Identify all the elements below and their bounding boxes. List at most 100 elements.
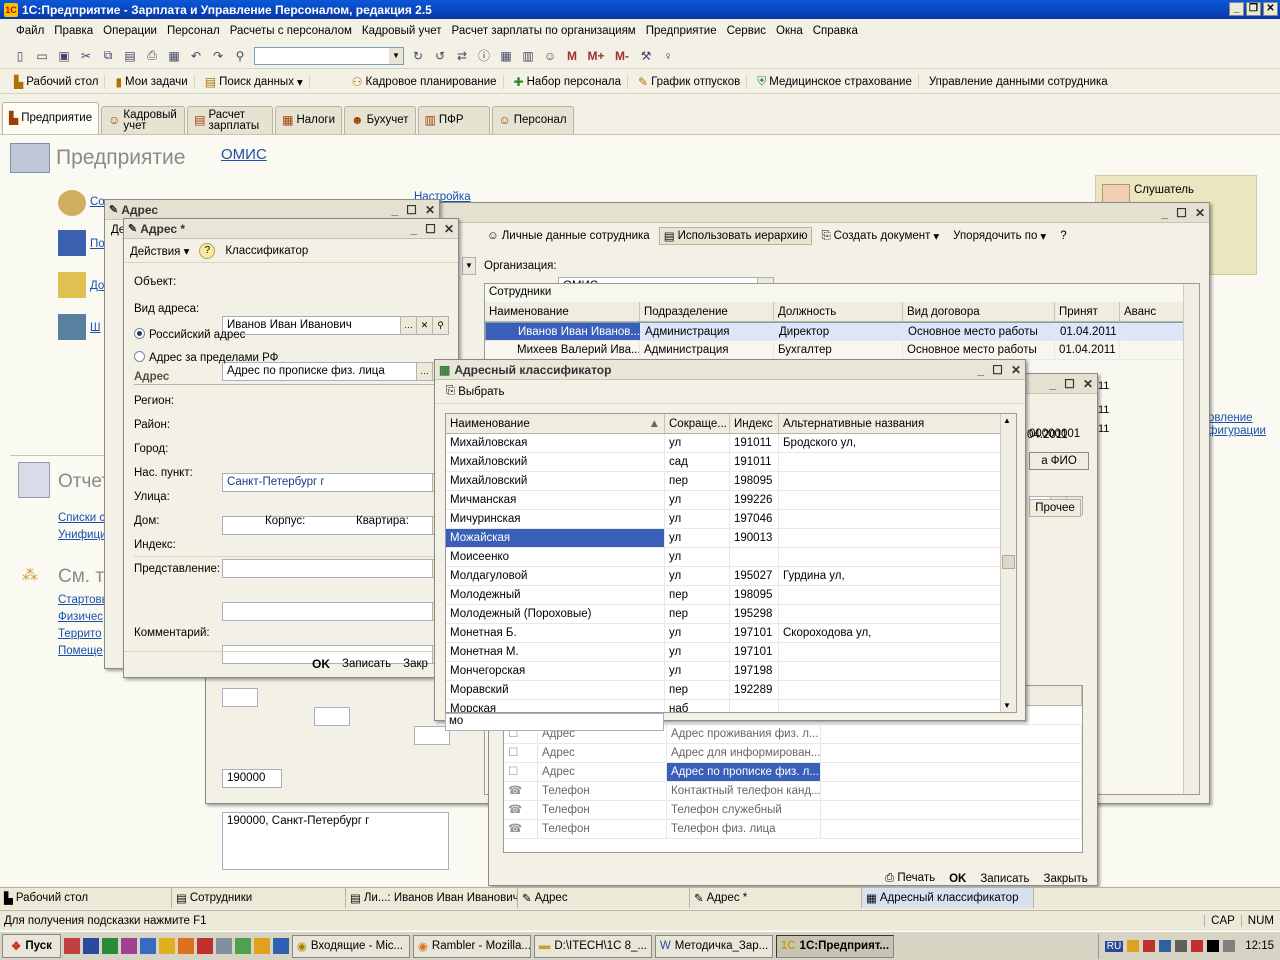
emp-filter-dropdown[interactable]: ▼ [462, 257, 476, 275]
table-row[interactable]: Мончегорская ул 197198 [446, 662, 1016, 681]
opera2-icon[interactable] [196, 938, 213, 954]
list-item[interactable]: ☐ Адрес Адрес для информирован... [504, 744, 1082, 763]
region-field[interactable]: Санкт-Петербург г▼ [222, 473, 449, 492]
onenote-icon[interactable] [120, 938, 137, 954]
undo-icon[interactable]: ↶ [188, 48, 204, 64]
addr-minimize-button[interactable]: _ [410, 222, 417, 236]
menu-enterprise[interactable]: Предприятие [646, 25, 717, 37]
list-item[interactable]: ☐ Адрес Адрес по прописке физ. л... [504, 763, 1082, 782]
col-contract[interactable]: Вид договора [903, 302, 1055, 321]
search-icon[interactable]: ⚲ [232, 48, 248, 64]
onec-icon[interactable] [158, 938, 175, 954]
korpus-field[interactable] [314, 707, 350, 726]
tab-pfr[interactable]: ▥ ПФР [417, 106, 490, 134]
win-tab-classifier[interactable]: ▦ Адресный классификатор [862, 888, 1034, 908]
address-ok-button[interactable]: OK [312, 657, 330, 671]
outlook-icon[interactable] [139, 938, 156, 954]
preview-icon[interactable]: ▦ [166, 48, 182, 64]
select-button[interactable]: ⎘ Выбрать [441, 383, 510, 400]
settlement-field[interactable]: ▼ [222, 602, 449, 621]
find-next-icon[interactable]: ↻ [410, 48, 426, 64]
calculator-icon[interactable]: ▦ [498, 48, 514, 64]
radio-russian[interactable]: Российский адрес [134, 328, 245, 341]
table-row[interactable]: Иванов Иван Иванов... Администрация Дире… [485, 322, 1199, 341]
tab-personnel[interactable]: ☺ Персонал [491, 106, 574, 134]
win-tab-employees[interactable]: ▤ Сотрудники [172, 888, 346, 908]
table-row[interactable]: Молдагуловой ул 195027 Гурдина ул, [446, 567, 1016, 586]
quick-hr-planning[interactable]: ⚇ Кадровое планирование [346, 74, 504, 89]
quick-recruitment[interactable]: ✚ Набор персонала [508, 74, 628, 89]
copy-icon[interactable]: ⧉ [100, 48, 116, 64]
col-name[interactable]: Наименование [485, 302, 640, 321]
task-word[interactable]: W Методичка_Зар... [654, 934, 773, 958]
firefox-icon[interactable] [177, 938, 194, 954]
restore-button[interactable]: ❐ [1246, 2, 1261, 16]
emp-minimize-button[interactable]: _ [1161, 206, 1168, 220]
open-folder-icon[interactable]: ▭ [34, 48, 50, 64]
win-tab-address[interactable]: ✎ Адрес [518, 888, 690, 908]
side-link-4[interactable]: Ш [90, 322, 101, 334]
see-also-link-3[interactable]: Террито [58, 628, 102, 640]
see-also-link-1[interactable]: Стартовы [58, 594, 110, 606]
cls-minimize-button[interactable]: _ [977, 363, 984, 377]
house-field[interactable] [222, 688, 258, 707]
col-hired[interactable]: Принят [1055, 302, 1120, 321]
person-maximize-button[interactable]: ☐ [1064, 377, 1075, 391]
reports-link-1[interactable]: Списки с [58, 512, 105, 524]
minimize-button[interactable]: _ [1229, 2, 1244, 16]
users-icon[interactable]: ☺ [542, 48, 558, 64]
app-icon[interactable] [215, 938, 232, 954]
menu-hr[interactable]: Кадровый учет [362, 25, 442, 37]
tab-other[interactable]: Прочее [1029, 499, 1081, 517]
see-also-link-4[interactable]: Помеще [58, 645, 103, 657]
table-row[interactable]: Михайловский пер 198095 [446, 472, 1016, 491]
cls-col-name[interactable]: Наименование ▲ [446, 414, 665, 433]
table-row[interactable]: Монетная М. ул 197101 [446, 643, 1016, 662]
table-row[interactable]: Моисеенко ул [446, 548, 1016, 567]
radio-foreign[interactable]: Адрес за пределами РФ [134, 351, 278, 364]
address-close-button[interactable]: Закр [403, 658, 428, 670]
m-plus-icon[interactable]: M+ [586, 48, 606, 64]
col-dept[interactable]: Подразделение [640, 302, 774, 321]
menu-service[interactable]: Сервис [727, 25, 766, 37]
table-row[interactable]: Михеев Валерий Ива... Администрация Бухг… [485, 341, 1199, 360]
col-position[interactable]: Должность [774, 302, 903, 321]
menu-personnel[interactable]: Персонал [167, 25, 220, 37]
help-icon[interactable]: ? [199, 242, 216, 259]
personal-data-button[interactable]: ☺ Личные данные сотрудника [482, 228, 655, 244]
quick-tasks[interactable]: ▮ Мои задачи [109, 74, 195, 89]
tray-icon-6[interactable] [1207, 940, 1220, 952]
win-tab-address-edit[interactable]: ✎ Адрес * [690, 888, 862, 908]
app3-icon[interactable] [272, 938, 289, 954]
reports-link-2[interactable]: Унифици [58, 529, 106, 541]
excel-icon[interactable] [101, 938, 118, 954]
language-indicator[interactable]: RU [1104, 940, 1124, 952]
print-button[interactable]: ⎙ Печать [885, 872, 935, 885]
task-folder[interactable]: ▬ D:\ITECH\1C 8_... [533, 934, 652, 958]
ab-close-button[interactable]: ✕ [425, 203, 435, 217]
addr-close-button[interactable]: ✕ [444, 222, 454, 236]
table-row[interactable]: Можайская ул 190013 [446, 529, 1016, 548]
info-icon[interactable]: ⓘ [476, 48, 492, 64]
start-button[interactable]: ❖ Пуск [2, 934, 61, 958]
cls-close-button[interactable]: ✕ [1011, 363, 1021, 377]
paste-icon[interactable]: ▤ [122, 48, 138, 64]
list-item[interactable]: ☎ Телефон Телефон физ. лица [504, 820, 1082, 839]
app2-icon[interactable] [234, 938, 251, 954]
table-row[interactable]: Михайловская ул 191011 Бродского ул, [446, 434, 1016, 453]
see-also-link-2[interactable]: Физичес [58, 611, 103, 623]
sort-by-button[interactable]: Упорядочить по ▾ [948, 227, 1051, 245]
close-button[interactable]: ✕ [1263, 2, 1278, 16]
classifier-scrollbar[interactable]: ▲ ▼ [1000, 414, 1016, 712]
side-link-1[interactable]: Со [90, 196, 105, 208]
find-prev-icon[interactable]: ↺ [432, 48, 448, 64]
object-field[interactable]: Иванов Иван Иванович… ✕ ⚲ [222, 316, 449, 335]
opera-icon[interactable] [63, 938, 80, 954]
cls-maximize-button[interactable]: ☐ [992, 363, 1003, 377]
employees-scrollbar[interactable] [1183, 284, 1199, 794]
emp-close-button[interactable]: ✕ [1195, 206, 1205, 220]
address-save-button[interactable]: Записать [342, 658, 391, 670]
tab-enterprise[interactable]: ▙ Предприятие [2, 102, 100, 134]
person-close-text-button[interactable]: Закрыть [1044, 873, 1088, 885]
hierarchy-button[interactable]: ▤ Использовать иерархию [658, 227, 813, 245]
